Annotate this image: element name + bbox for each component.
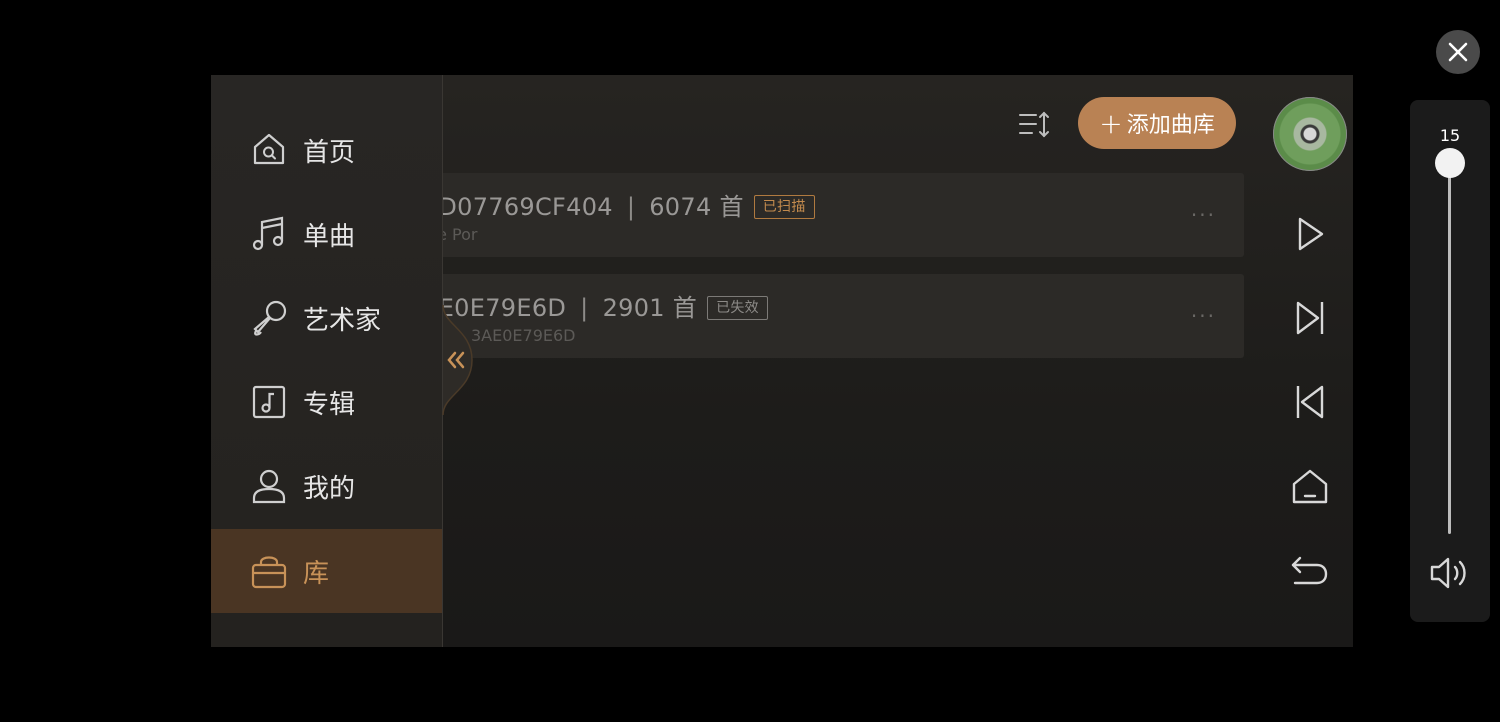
double-chevron-left-icon [442, 304, 473, 416]
sidebar-item-label: 艺术家 [303, 305, 382, 336]
divider: | [580, 294, 589, 322]
more-icon[interactable]: ··· [1191, 203, 1216, 227]
home-icon [1292, 469, 1328, 504]
volume-level: 15 [1439, 126, 1461, 145]
bag-icon [251, 556, 287, 589]
skip-next-icon [1296, 301, 1324, 335]
sidebar-item-label: 单曲 [303, 221, 356, 252]
more-icon[interactable]: ··· [1191, 304, 1216, 328]
sort-icon [1019, 111, 1049, 138]
home-search-icon [253, 133, 285, 165]
sidebar-item-albums[interactable]: 专辑 [211, 360, 442, 444]
now-playing-disc[interactable] [1273, 97, 1347, 171]
sidebar-item-home[interactable]: 首页 [211, 108, 442, 192]
library-row-count: 6074 首 [649, 193, 744, 221]
add-library-button[interactable]: + 添加曲库 [1078, 97, 1236, 149]
library-row-subtitle: 3AE0E79E6D [471, 326, 576, 345]
volume-slider-track[interactable] [1448, 164, 1451, 534]
status-badge: 已失效 [707, 296, 768, 320]
divider: | [626, 193, 636, 221]
close-button[interactable] [1436, 30, 1480, 74]
sort-button[interactable] [1019, 111, 1051, 139]
sidebar-item-label: 库 [303, 558, 330, 589]
plus-icon: + [1099, 106, 1123, 140]
skip-previous-icon [1296, 385, 1324, 419]
speaker-icon[interactable] [1428, 555, 1472, 591]
sidebar-item-library[interactable]: 库 [211, 529, 442, 613]
album-icon [252, 385, 286, 419]
app-window: + 添加曲库 117e9D07769CF404 | 6074 首已扫描 ote Po… [211, 75, 1353, 647]
sidebar-item-label: 我的 [303, 473, 356, 504]
add-library-label: 添加曲库 [1126, 113, 1215, 138]
previous-track-button[interactable] [1289, 381, 1331, 423]
close-icon [1448, 42, 1468, 62]
sidebar-item-label: 首页 [303, 137, 356, 168]
sidebar-collapse-button[interactable] [442, 304, 474, 416]
sidebar: 首页 单曲 艺术家 专辑 我的 库 [211, 75, 443, 647]
status-badge: 已扫描 [753, 195, 815, 219]
back-button[interactable] [1289, 551, 1331, 593]
sidebar-item-mine[interactable]: 我的 [211, 444, 442, 528]
next-track-button[interactable] [1289, 297, 1331, 339]
sidebar-item-songs[interactable]: 单曲 [211, 192, 442, 276]
back-arrow-icon [1291, 556, 1328, 585]
play-button[interactable] [1289, 213, 1331, 255]
user-icon [252, 469, 286, 504]
sidebar-item-label: 专辑 [303, 389, 356, 420]
home-button[interactable] [1289, 466, 1331, 508]
play-icon [1298, 217, 1324, 251]
volume-panel: 15 [1410, 100, 1490, 622]
music-note-icon [252, 216, 284, 251]
library-row-count: 2901 首 [602, 294, 698, 322]
microphone-icon [253, 300, 287, 336]
volume-slider-thumb[interactable] [1435, 148, 1465, 178]
sidebar-item-artists[interactable]: 艺术家 [211, 276, 442, 360]
